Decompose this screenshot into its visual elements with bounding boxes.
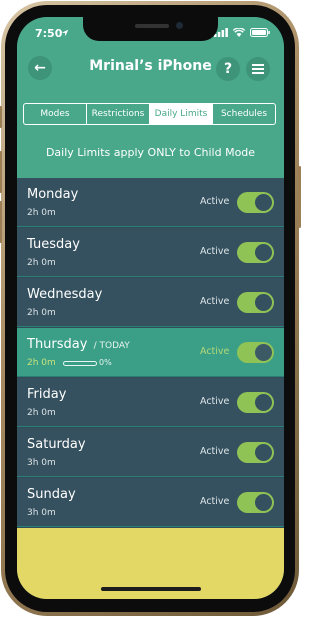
status-label: Active xyxy=(200,496,230,507)
day-name-label: Tuesday xyxy=(27,237,80,252)
day-name-label: Monday xyxy=(27,187,79,202)
day-name: Friday xyxy=(27,387,66,402)
day-limit-time: 3h 0m xyxy=(27,458,56,468)
day-name: Tuesday xyxy=(27,237,80,252)
day-name-label: Friday xyxy=(27,387,67,402)
day-enabled-toggle[interactable] xyxy=(237,242,274,263)
page-title: Mrinal’s iPhone xyxy=(89,58,212,74)
day-name: Monday xyxy=(27,187,78,202)
front-camera xyxy=(176,22,183,29)
day-name: Wednesday xyxy=(27,287,102,302)
day-limit-time: 2h 0m xyxy=(27,258,56,268)
app-header: 7:50 ← Mrinal’s iPhone ? Modes Restricti… xyxy=(17,17,284,178)
location-arrow-icon xyxy=(61,29,69,37)
home-indicator[interactable] xyxy=(101,587,201,591)
day-enabled-toggle[interactable] xyxy=(237,442,274,463)
wifi-icon xyxy=(233,28,245,37)
mute-switch xyxy=(0,106,2,128)
earpiece-speaker xyxy=(135,24,169,28)
day-row-saturday[interactable]: Saturday 3h 0m Active xyxy=(17,428,284,477)
status-label: Active xyxy=(200,396,230,407)
toggle-knob xyxy=(255,444,272,461)
day-name: Thursday / TODAY xyxy=(27,337,130,352)
day-enabled-toggle[interactable] xyxy=(237,492,274,513)
day-enabled-toggle[interactable] xyxy=(237,192,274,213)
tab-bar: Modes Restrictions Daily Limits Schedules xyxy=(23,103,276,125)
phone-screen: 7:50 ← Mrinal’s iPhone ? Modes Restricti… xyxy=(17,17,284,599)
today-tag: / TODAY xyxy=(93,341,130,351)
hamburger-menu-icon xyxy=(252,64,264,74)
daily-limits-notice: Daily Limits apply ONLY to Child Mode xyxy=(45,146,256,159)
day-name-label: Sunday xyxy=(27,487,76,502)
day-limit-time: 2h 0m xyxy=(27,408,56,418)
day-limit-time: 2h 0m xyxy=(27,358,56,368)
toggle-knob xyxy=(255,294,272,311)
status-label: Active xyxy=(200,346,230,357)
toggle-knob xyxy=(255,244,272,261)
tab-daily-limits[interactable]: Daily Limits xyxy=(150,104,213,124)
day-name: Sunday xyxy=(27,487,76,502)
toggle-knob xyxy=(255,194,272,211)
day-name: Saturday xyxy=(27,437,86,452)
day-row-tuesday[interactable]: Tuesday 2h 0m Active xyxy=(17,228,284,277)
day-enabled-toggle[interactable] xyxy=(237,392,274,413)
day-row-sunday[interactable]: Sunday 3h 0m Active xyxy=(17,478,284,527)
day-name-label: Thursday xyxy=(27,337,88,352)
tab-modes[interactable]: Modes xyxy=(24,104,87,124)
battery-icon xyxy=(250,28,270,37)
day-row-thursday[interactable]: Thursday / TODAY 2h 0m 0% Active xyxy=(17,328,284,377)
day-limit-time: 2h 0m xyxy=(27,208,56,218)
toggle-knob xyxy=(255,394,272,411)
tab-schedules[interactable]: Schedules xyxy=(213,104,275,124)
back-button[interactable]: ← xyxy=(28,56,52,80)
day-enabled-toggle[interactable] xyxy=(237,342,274,363)
back-arrow-icon: ← xyxy=(34,60,46,76)
status-label: Active xyxy=(200,296,230,307)
menu-button[interactable] xyxy=(246,57,270,81)
status-time: 7:50 xyxy=(35,27,63,40)
status-label: Active xyxy=(200,196,230,207)
day-name-label: Saturday xyxy=(27,437,86,452)
volume-down-button xyxy=(0,201,2,243)
day-name-label: Wednesday xyxy=(27,287,103,302)
day-row-monday[interactable]: Monday 2h 0m Active xyxy=(17,178,284,227)
volume-up-button xyxy=(0,151,2,193)
toggle-knob xyxy=(255,344,272,361)
day-limit-time: 3h 0m xyxy=(27,508,56,518)
toggle-knob xyxy=(255,494,272,511)
status-icons xyxy=(214,28,270,37)
help-icon: ? xyxy=(223,61,233,77)
help-button[interactable]: ? xyxy=(216,57,240,81)
day-row-friday[interactable]: Friday 2h 0m Active xyxy=(17,378,284,427)
tab-restrictions[interactable]: Restrictions xyxy=(87,104,150,124)
usage-percent: 0% xyxy=(99,358,112,367)
power-button xyxy=(298,166,301,228)
day-limit-time: 2h 0m xyxy=(27,308,56,318)
status-label: Active xyxy=(200,246,230,257)
usage-progress-bar xyxy=(63,361,97,366)
status-label: Active xyxy=(200,446,230,457)
day-row-wednesday[interactable]: Wednesday 2h 0m Active xyxy=(17,278,284,327)
day-enabled-toggle[interactable] xyxy=(237,292,274,313)
notch xyxy=(83,17,218,41)
